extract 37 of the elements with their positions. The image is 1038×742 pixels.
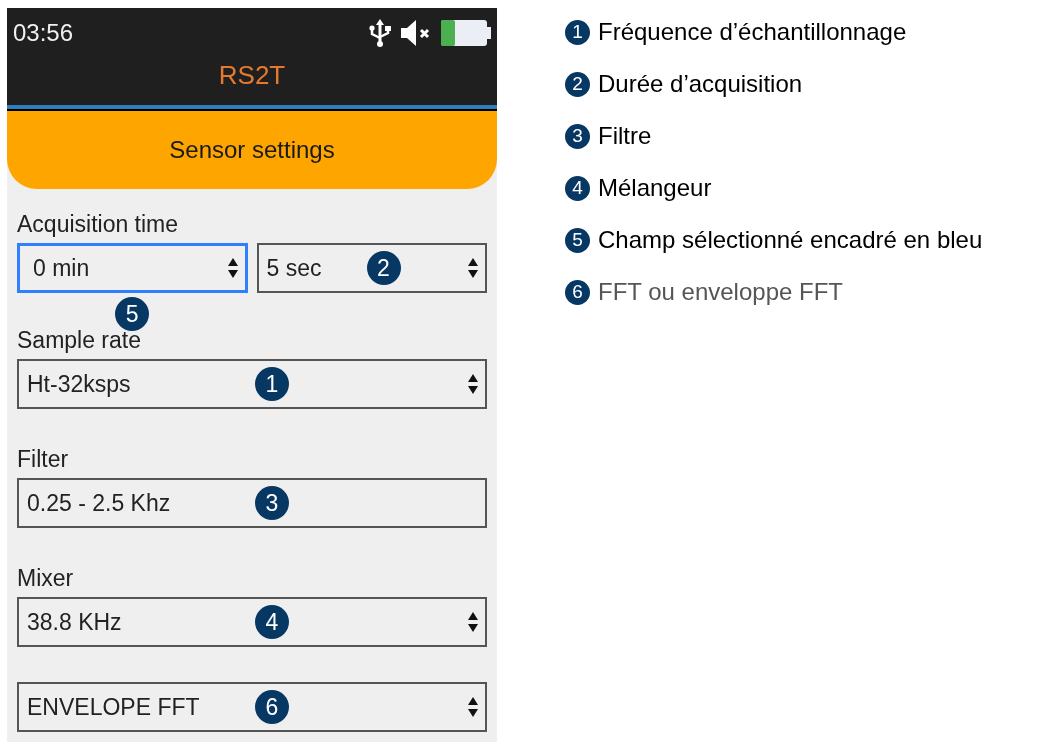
dropdown[interactable]: ENVELOPE FFT 6 [17, 682, 487, 732]
field-label: Filter [17, 445, 70, 474]
up-down-arrows-icon [467, 373, 479, 395]
callout-number: 5 [115, 297, 150, 331]
field-label: Mixer [17, 564, 75, 593]
callout-number: 4 [565, 175, 590, 201]
legend-text: Fréquence d’échantillonnage [598, 17, 907, 47]
legend-text: Champ sélectionné encadré en bleu [598, 225, 983, 255]
legend-text: Filtre [598, 121, 652, 151]
app-title: RS2T [218, 59, 286, 92]
dropdown[interactable]: Ht-32ksps 1 [17, 359, 487, 409]
usb-icon [369, 18, 391, 48]
legend-text: Mélangeur [598, 173, 712, 203]
legend-text: Durée d’acquisition [598, 69, 803, 99]
dropdown[interactable]: 5 sec 2 [256, 243, 487, 293]
battery-icon [441, 18, 491, 48]
callout-number: 5 [565, 227, 590, 253]
up-down-arrows-icon [467, 611, 479, 633]
callout-number: 2 [366, 251, 401, 285]
callout-number: 6 [565, 279, 590, 305]
callout-number: 2 [565, 71, 590, 97]
callout-number: 1 [255, 367, 289, 401]
up-down-arrows-icon [226, 257, 239, 279]
status-time: 03:56 [13, 18, 74, 48]
legend-text: FFT ou enveloppe FFT [598, 277, 843, 307]
callout-number: 3 [255, 486, 289, 520]
field-label: Acquisition time [17, 210, 180, 239]
callout-number: 4 [255, 605, 289, 639]
callout-number: 6 [255, 690, 289, 724]
up-down-arrows-icon [467, 257, 479, 279]
callout-number: 3 [565, 123, 590, 149]
dropdown[interactable]: 0 min [17, 243, 248, 293]
callout-number: 1 [565, 19, 590, 45]
value-field[interactable]: 0.25 - 2.5 Khz 3 [17, 478, 487, 528]
header-title: Sensor settings [169, 135, 335, 165]
dropdown[interactable]: 38.8 KHz 4 [17, 597, 487, 647]
up-down-arrows-icon [467, 696, 479, 718]
